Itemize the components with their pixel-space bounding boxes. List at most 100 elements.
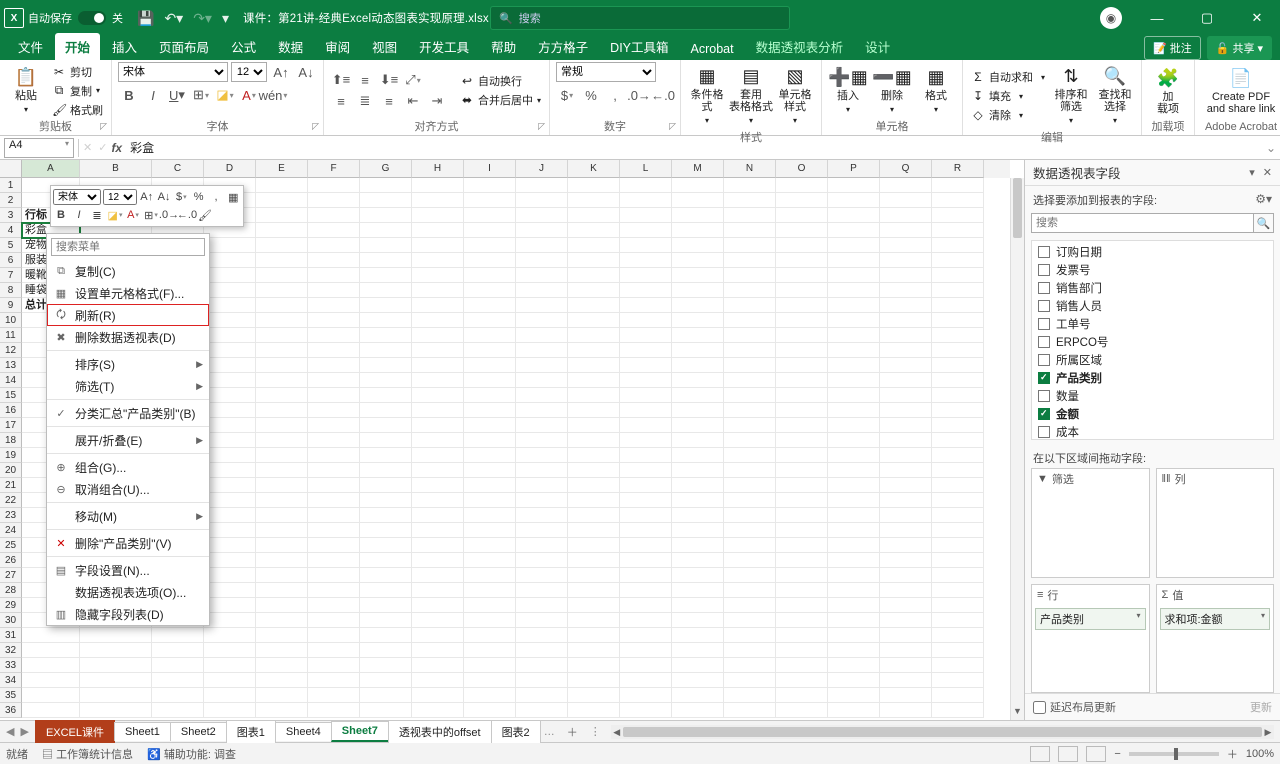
- sheet-tab-7[interactable]: 图表2: [491, 720, 541, 743]
- indent-dec-icon[interactable]: ⇤: [402, 91, 424, 111]
- field-数量[interactable]: 数量: [1032, 387, 1273, 405]
- comma-icon[interactable]: ,: [604, 85, 626, 105]
- col-header-P[interactable]: P: [828, 160, 880, 178]
- tab-data[interactable]: 数据: [268, 33, 313, 60]
- clipboard-launcher[interactable]: ◸: [100, 118, 107, 134]
- row-header-3[interactable]: 3: [0, 208, 22, 223]
- row-header-11[interactable]: 11: [0, 328, 22, 343]
- sheet-tab-5[interactable]: Sheet7: [331, 721, 389, 742]
- increase-font-icon[interactable]: A↑: [270, 62, 292, 82]
- undo-icon[interactable]: ↶▾: [164, 10, 183, 27]
- view-pagelayout-button[interactable]: [1058, 746, 1078, 762]
- format-as-table-button[interactable]: ▤套用 表格格式▾: [731, 62, 771, 130]
- currency-icon[interactable]: $: [556, 85, 578, 105]
- mini-font-select[interactable]: 宋体: [53, 189, 101, 205]
- view-pagebreak-button[interactable]: [1086, 746, 1106, 762]
- mini-fontcolor-icon[interactable]: A: [125, 207, 141, 223]
- col-header-J[interactable]: J: [516, 160, 568, 178]
- value-field-item[interactable]: 求和项:金额: [1160, 608, 1271, 630]
- dec-decimal-icon[interactable]: ←.0: [652, 85, 674, 105]
- checkbox[interactable]: [1038, 318, 1050, 330]
- zoom-out-button[interactable]: −: [1114, 748, 1120, 760]
- copy-button[interactable]: ⧉复制▾: [50, 82, 105, 100]
- tellme-search[interactable]: 搜索: [490, 6, 790, 30]
- format-painter-button[interactable]: 🖌格式刷: [50, 101, 105, 119]
- checkbox[interactable]: [1038, 426, 1050, 438]
- autosave-switch[interactable]: [78, 11, 106, 25]
- inc-decimal-icon[interactable]: .0→: [628, 85, 650, 105]
- row-header-17[interactable]: 17: [0, 418, 22, 433]
- sheet-tab-0[interactable]: EXCEL课件: [35, 720, 115, 743]
- tab-formulas[interactable]: 公式: [221, 33, 266, 60]
- sheet-tab-3[interactable]: 图表1: [226, 720, 276, 743]
- font-size-select[interactable]: 12: [231, 62, 267, 82]
- mini-size-select[interactable]: 12: [103, 189, 137, 205]
- tab-file[interactable]: 文件: [8, 33, 53, 60]
- row-header-32[interactable]: 32: [0, 643, 22, 658]
- fx-accept-icon[interactable]: ✓: [98, 141, 107, 154]
- format-cells-button[interactable]: ▦格式▾: [916, 62, 956, 119]
- autosave-toggle[interactable]: 自动保存 关: [28, 10, 123, 26]
- number-format-select[interactable]: 常规: [556, 62, 656, 82]
- row-header-27[interactable]: 27: [0, 568, 22, 583]
- field-销售人员[interactable]: 销售人员: [1032, 297, 1273, 315]
- col-header-L[interactable]: L: [620, 160, 672, 178]
- field-产品类别[interactable]: 产品类别: [1032, 369, 1273, 387]
- checkbox[interactable]: [1038, 300, 1050, 312]
- redo-icon[interactable]: ↷▾: [193, 10, 212, 27]
- align-top-icon[interactable]: ⬆≡: [330, 70, 352, 90]
- percent-icon[interactable]: %: [580, 85, 602, 105]
- sort-filter-button[interactable]: ⇅排序和筛选▾: [1051, 62, 1091, 130]
- row-header-29[interactable]: 29: [0, 598, 22, 613]
- row-header-35[interactable]: 35: [0, 688, 22, 703]
- tab-insert[interactable]: 插入: [102, 33, 147, 60]
- row-header-33[interactable]: 33: [0, 658, 22, 673]
- area-filter[interactable]: ▼筛选: [1031, 468, 1150, 578]
- scroll-down-icon[interactable]: ▼: [1011, 706, 1024, 720]
- field-成本[interactable]: 成本: [1032, 423, 1273, 440]
- row-header-14[interactable]: 14: [0, 373, 22, 388]
- row-header-20[interactable]: 20: [0, 463, 22, 478]
- checkbox[interactable]: [1038, 264, 1050, 276]
- align-bottom-icon[interactable]: ⬇≡: [378, 70, 400, 90]
- ctx-group[interactable]: ⊕组合(G)...: [47, 456, 209, 478]
- mini-incdec-icon[interactable]: .0→: [161, 207, 177, 223]
- field-金额[interactable]: 金额: [1032, 405, 1273, 423]
- row-header-7[interactable]: 7: [0, 268, 22, 283]
- select-all-triangle[interactable]: [0, 160, 22, 178]
- sheet-list-icon[interactable]: ⋮: [586, 725, 605, 738]
- row-header-36[interactable]: 36: [0, 703, 22, 718]
- account-avatar[interactable]: ◉: [1100, 7, 1122, 29]
- field-所属区域[interactable]: 所属区域: [1032, 351, 1273, 369]
- ctx-hide-field-list[interactable]: ▥隐藏字段列表(D): [47, 603, 209, 625]
- col-header-I[interactable]: I: [464, 160, 516, 178]
- ctx-pivot-options[interactable]: 数据透视表选项(O)...: [47, 581, 209, 603]
- column-headers[interactable]: ABCDEFGHIJKLMNOPQR: [22, 160, 1010, 178]
- tab-home[interactable]: 开始: [55, 33, 100, 60]
- clear-button[interactable]: ◇清除▾: [969, 106, 1047, 124]
- qat-more-icon[interactable]: ▾: [222, 10, 229, 27]
- col-header-C[interactable]: C: [152, 160, 204, 178]
- delete-cells-button[interactable]: ➖▦删除▾: [872, 62, 912, 119]
- row-header-22[interactable]: 22: [0, 493, 22, 508]
- autosum-button[interactable]: Σ自动求和▾: [969, 68, 1047, 86]
- horizontal-scrollbar[interactable]: ◀ ▶: [611, 725, 1274, 739]
- mini-aligncenter-icon[interactable]: ≣: [89, 207, 105, 223]
- tab-fangfanggezi[interactable]: 方方格子: [528, 33, 598, 60]
- sheet-tab-2[interactable]: Sheet2: [170, 722, 227, 741]
- decrease-font-icon[interactable]: A↓: [295, 62, 317, 82]
- checkbox[interactable]: [1038, 336, 1050, 348]
- hscroll-right-icon[interactable]: ▶: [1262, 725, 1274, 739]
- ctx-remove-field[interactable]: ✕删除"产品类别"(V): [47, 532, 209, 554]
- row-header-31[interactable]: 31: [0, 628, 22, 643]
- mini-condfmt-icon[interactable]: ▦: [226, 189, 241, 205]
- mini-border-icon[interactable]: ⊞: [143, 207, 159, 223]
- find-select-button[interactable]: 🔍查找和选择▾: [1095, 62, 1135, 130]
- align-right-icon[interactable]: ≡: [378, 91, 400, 111]
- sheet-tab-more-icon[interactable]: …: [540, 726, 559, 738]
- wrap-text-button[interactable]: ↩自动换行: [458, 72, 543, 90]
- paste-button[interactable]: 📋粘贴▾: [6, 62, 46, 119]
- row-header-4[interactable]: 4: [0, 223, 22, 238]
- field-销售部门[interactable]: 销售部门: [1032, 279, 1273, 297]
- row-header-23[interactable]: 23: [0, 508, 22, 523]
